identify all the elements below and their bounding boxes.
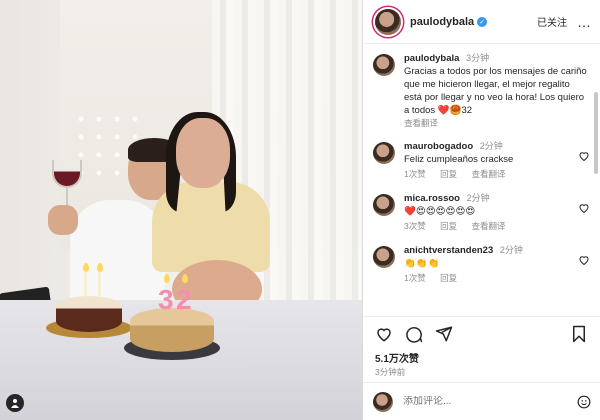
- avatar[interactable]: [373, 246, 395, 269]
- photo-flame: [164, 274, 170, 283]
- post-photo[interactable]: 3 2: [0, 0, 362, 420]
- scrollbar[interactable]: [594, 92, 598, 174]
- comment-username[interactable]: maurobogadoo: [404, 141, 473, 152]
- caption-text: Gracias a todos por los mensajes de cari…: [404, 66, 587, 117]
- comment-time: 2分钟: [499, 245, 523, 256]
- photo-woman-head: [176, 118, 230, 188]
- comments-list[interactable]: paulodybala 3分钟 Gracias a todos por los …: [363, 44, 600, 316]
- reply-link[interactable]: 回复: [440, 273, 457, 283]
- caption-username[interactable]: paulodybala: [404, 53, 459, 64]
- photo-flame: [97, 263, 103, 272]
- comment-username[interactable]: mica.rossoo: [404, 193, 460, 204]
- add-comment-bar: [363, 382, 600, 420]
- see-translation-link[interactable]: 查看翻译: [404, 118, 590, 130]
- comment-time: 2分钟: [466, 193, 490, 204]
- verified-badge-icon: ✓: [477, 16, 488, 27]
- post-sidebar: paulodybala ✓ 已关注 … paulodybala 3分钟 Grac…: [362, 0, 600, 420]
- following-button[interactable]: 已关注: [537, 14, 567, 29]
- comment-username[interactable]: anichtverstanden23: [404, 245, 493, 256]
- comment-likes[interactable]: 1次赞: [404, 273, 426, 283]
- comment-input[interactable]: [403, 396, 533, 407]
- bookmark-icon[interactable]: [570, 325, 588, 343]
- comment-likes[interactable]: 3次赞: [404, 221, 426, 231]
- photo-flame: [83, 263, 89, 272]
- comment-text: Feliz cumpleaños crackse: [404, 154, 514, 166]
- reply-link[interactable]: 回复: [440, 169, 457, 179]
- comment-heart-icon[interactable]: [578, 150, 590, 162]
- caption: paulodybala 3分钟 Gracias a todos por los …: [373, 52, 590, 129]
- photo-cake-left: [56, 296, 122, 332]
- photo-candle-digit: 3: [158, 284, 174, 315]
- more-options-icon[interactable]: …: [577, 14, 592, 30]
- reply-link[interactable]: 回复: [440, 221, 457, 231]
- photo-hand: [48, 205, 78, 235]
- post-header: paulodybala ✓ 已关注 …: [363, 0, 600, 44]
- photo-candle-digit: 2: [176, 284, 192, 315]
- photo-candle: [98, 272, 101, 296]
- comment-heart-icon[interactable]: [578, 202, 590, 214]
- comment-text: 👏👏👏: [404, 258, 440, 270]
- emoji-icon[interactable]: [577, 395, 591, 409]
- comment-time: 2分钟: [479, 141, 503, 152]
- likes-count[interactable]: 5.1万次赞: [363, 350, 600, 365]
- avatar: [373, 391, 393, 412]
- see-translation-link[interactable]: 查看翻译: [472, 221, 506, 231]
- avatar[interactable]: [373, 194, 395, 217]
- post-timestamp: 3分钟前: [375, 367, 406, 377]
- comment-heart-icon[interactable]: [578, 254, 590, 266]
- comment-item: maurobogadoo 2分钟 Feliz cumpleaños cracks…: [373, 140, 590, 181]
- person-tag-icon[interactable]: [6, 394, 24, 412]
- see-translation-link[interactable]: 查看翻译: [472, 169, 506, 179]
- action-bar: [363, 316, 600, 350]
- heart-icon[interactable]: [375, 325, 393, 343]
- comment-item: anichtverstanden23 2分钟 👏👏👏 1次赞 回复: [373, 244, 590, 285]
- avatar[interactable]: [373, 142, 395, 165]
- header-username[interactable]: paulodybala: [410, 16, 474, 28]
- photo-candle: [84, 272, 87, 296]
- avatar[interactable]: [375, 8, 401, 35]
- comment-icon[interactable]: [405, 325, 423, 343]
- share-icon[interactable]: [435, 325, 453, 343]
- comment-likes[interactable]: 1次赞: [404, 169, 426, 179]
- instagram-post-view: 3 2 paulodybala ✓ 已关注 … paulodybala 3分钟 …: [0, 0, 600, 420]
- photo-flame: [182, 274, 188, 283]
- caption-time: 3分钟: [466, 53, 490, 63]
- comment-item: mica.rossoo 2分钟 ❤️😍😍😍😍😍😍 3次赞 回复 查看翻译: [373, 192, 590, 233]
- comment-text: ❤️😍😍😍😍😍😍: [404, 206, 476, 218]
- avatar[interactable]: [373, 54, 395, 76]
